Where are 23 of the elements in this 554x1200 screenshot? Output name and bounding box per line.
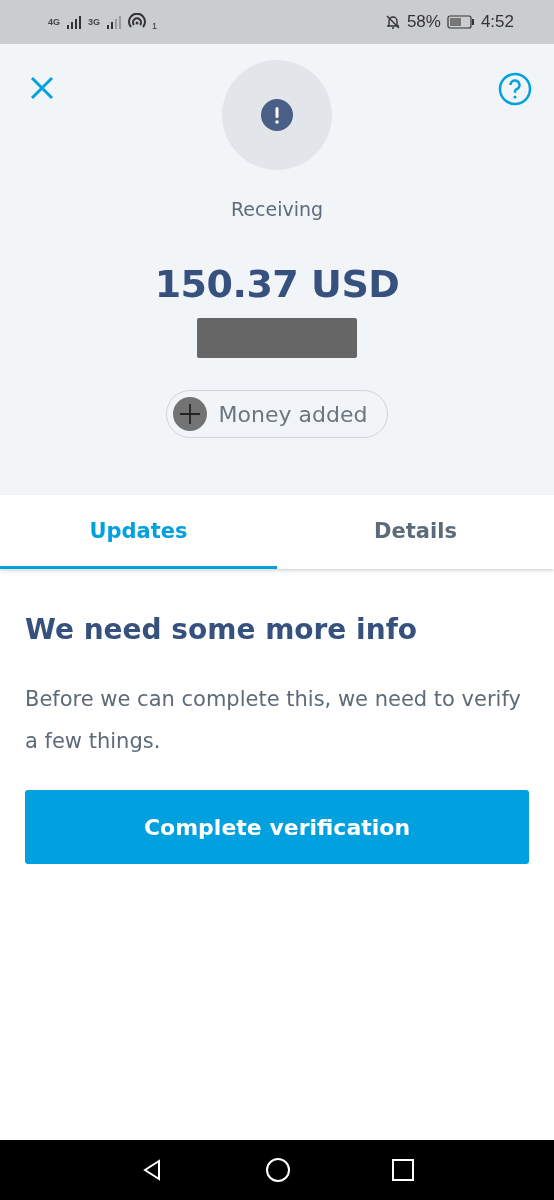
tab[interactable]: Updates (0, 495, 277, 569)
tab[interactable]: Details (277, 495, 554, 569)
network-type: 4G (48, 17, 60, 27)
chip-label: Money added (218, 401, 368, 427)
home-icon[interactable] (265, 1157, 291, 1183)
transfer-status: Receiving (230, 198, 324, 220)
hotspot-count: 1 (152, 21, 158, 31)
alert-icon (261, 99, 293, 131)
signal-icon (66, 14, 82, 30)
bell-off-icon (384, 14, 401, 30)
recents-icon[interactable] (391, 1159, 414, 1181)
help-button[interactable] (498, 72, 532, 106)
complete-verification-button[interactable]: Complete verification (25, 790, 529, 864)
battery-percentage: 58% (406, 12, 441, 32)
section-heading: We need some more info (25, 613, 419, 646)
description-text: Before we can complete this, we need to verify a few things. (25, 686, 522, 755)
close-button[interactable] (28, 74, 56, 102)
amount: 150.37 USD (154, 262, 400, 306)
network-type: 3G (88, 17, 101, 27)
battery-icon (446, 15, 475, 29)
clock-time: 4:52 (480, 12, 514, 32)
signal-icon (106, 14, 123, 30)
plus-icon (172, 397, 207, 431)
